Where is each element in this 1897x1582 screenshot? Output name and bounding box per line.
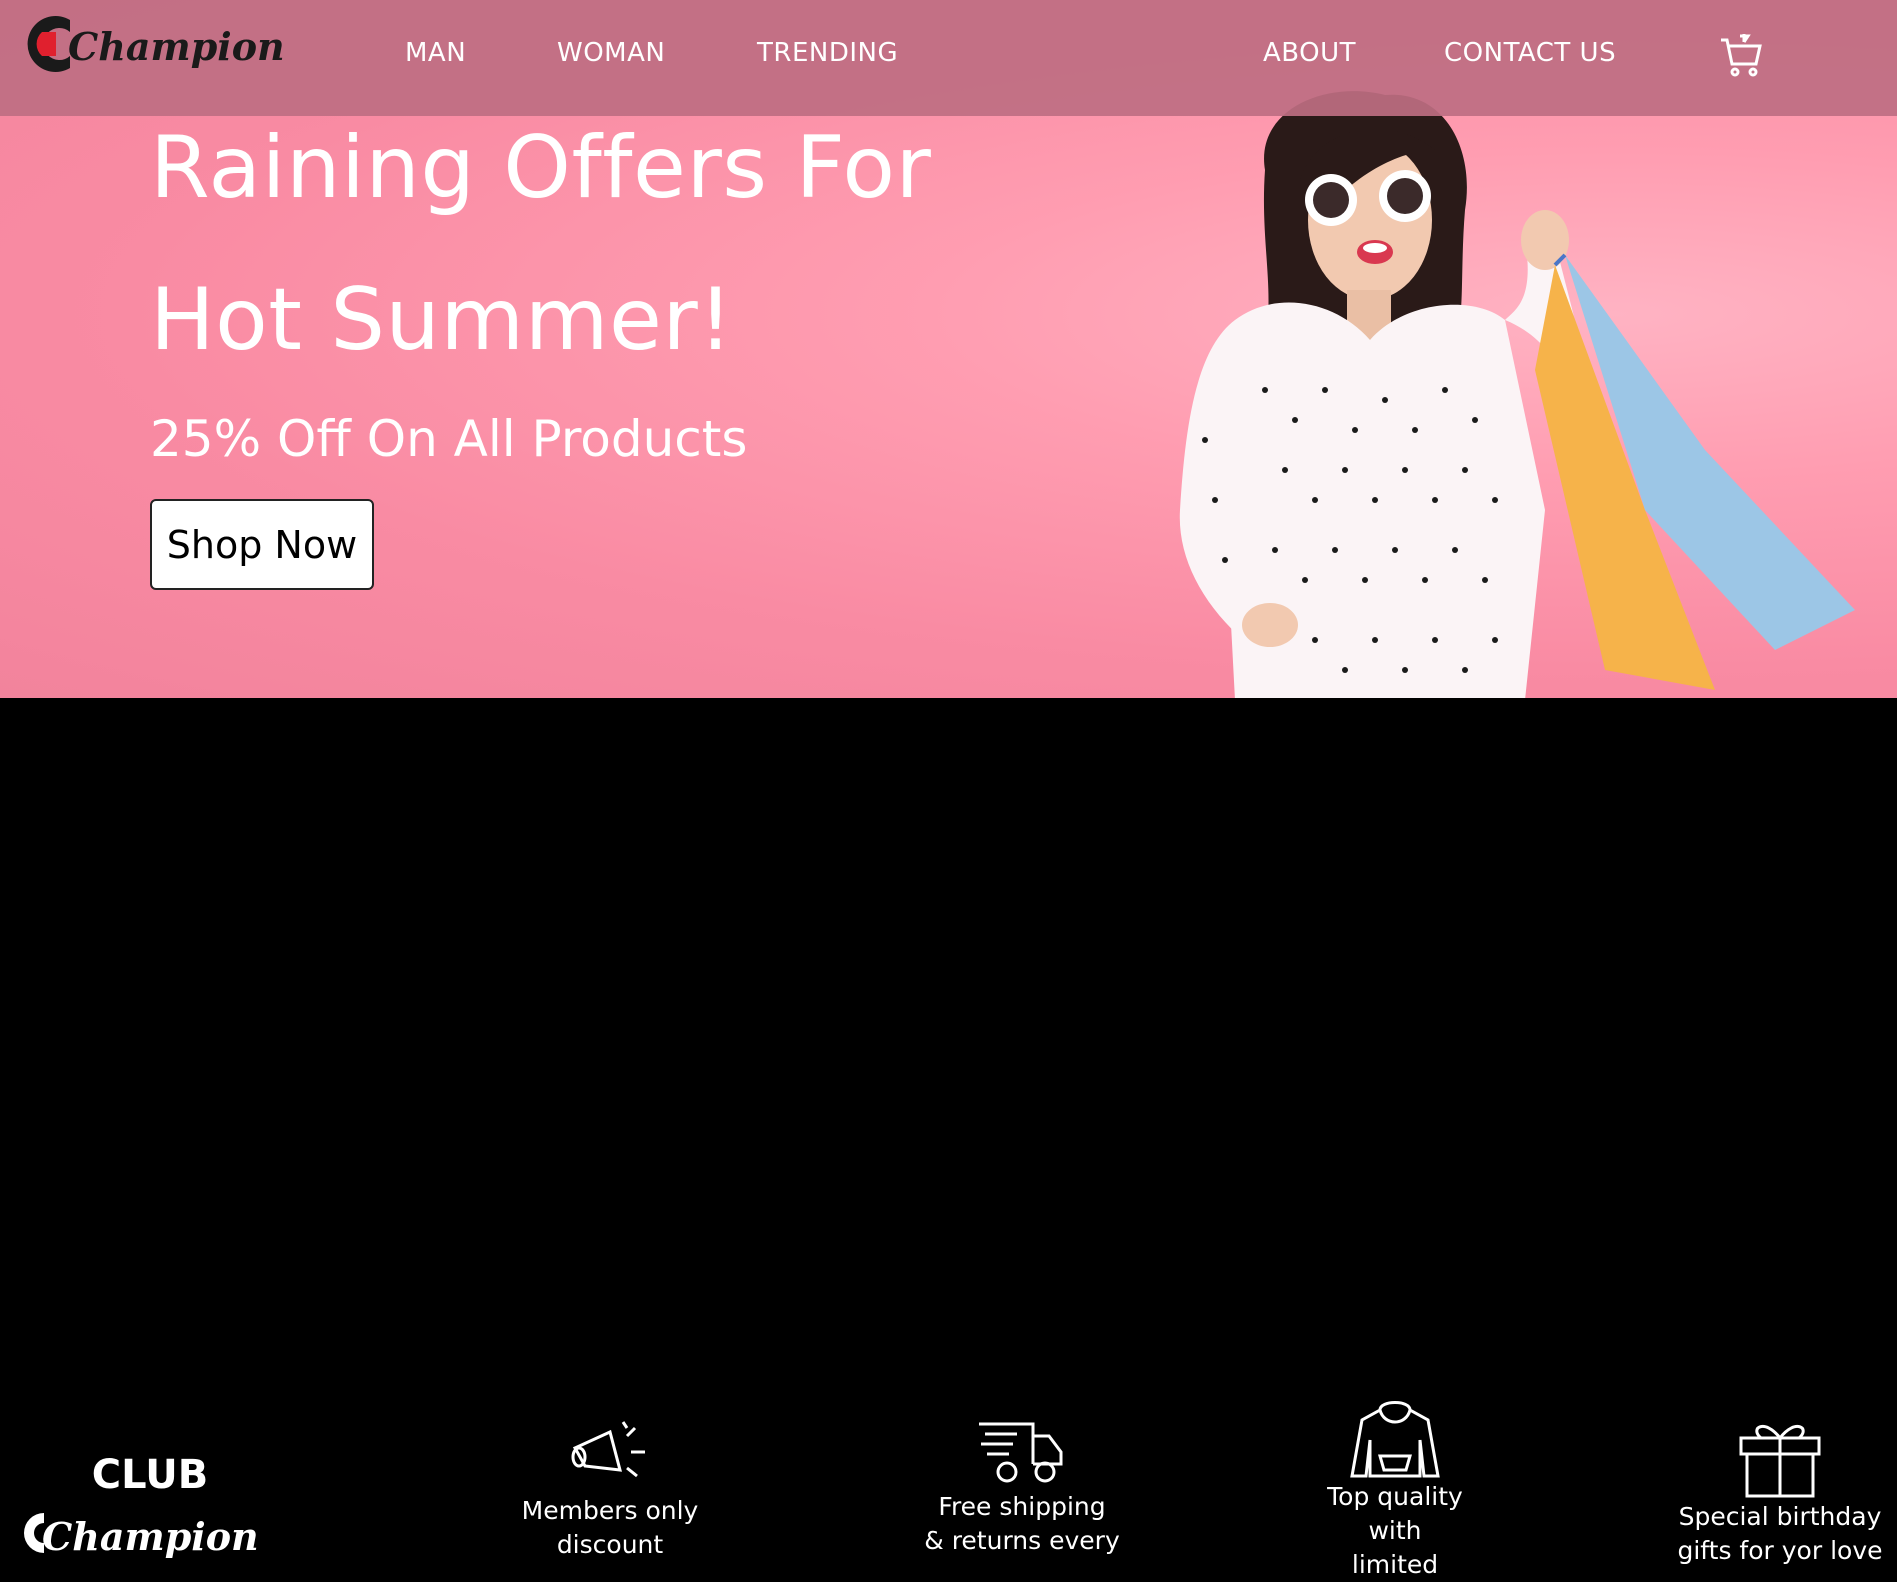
club-champion-logo: CLUB Champion bbox=[24, 1452, 259, 1559]
nav-contact-us[interactable]: CONTACT US bbox=[1444, 38, 1616, 68]
hero-subheadline: 25% Off On All Products bbox=[150, 410, 748, 468]
feature-label-line1: Members only bbox=[521, 1496, 699, 1525]
top-navbar: Champion MAN WOMAN TRENDING ABOUT CONTAC… bbox=[0, 0, 1897, 116]
feature-label-line2: gifts for yor love bbox=[1677, 1536, 1883, 1565]
megaphone-icon bbox=[571, 1421, 645, 1478]
feature-label-line1: Special birthday bbox=[1678, 1502, 1882, 1531]
hero-headline-line2: Hot Summer! bbox=[150, 270, 734, 370]
feature-birthday-gifts: Special birthday gifts for yor love bbox=[1665, 1414, 1895, 1568]
shop-now-button[interactable]: Shop Now bbox=[150, 499, 374, 590]
feature-label-line2: discount bbox=[556, 1530, 664, 1559]
club-label: CLUB bbox=[92, 1452, 208, 1498]
feature-label-line1: Top quality bbox=[1327, 1482, 1463, 1511]
nav-trending[interactable]: TRENDING bbox=[757, 38, 898, 68]
features-bar: CLUB Champion Members only discount Free… bbox=[0, 698, 1897, 1579]
truck-icon bbox=[979, 1422, 1063, 1483]
club-wordmark: Champion bbox=[42, 1514, 259, 1559]
feature-top-quality: Top quality with limited bbox=[1300, 1400, 1490, 1582]
feature-free-shipping: Free shipping & returns every bbox=[912, 1418, 1132, 1558]
hoodie-icon bbox=[1350, 1401, 1440, 1478]
logo-wordmark: Champion bbox=[68, 24, 285, 69]
model-image bbox=[1179, 91, 1855, 698]
nav-man[interactable]: MAN bbox=[405, 38, 466, 68]
nav-about[interactable]: ABOUT bbox=[1263, 38, 1356, 68]
hero-headline-line1: Raining Offers For bbox=[150, 118, 932, 218]
feature-label-line2: with bbox=[1368, 1516, 1422, 1545]
nav-woman[interactable]: WOMAN bbox=[557, 38, 665, 68]
champion-logo[interactable]: Champion bbox=[22, 12, 322, 82]
feature-members-discount: Members only discount bbox=[500, 1418, 720, 1562]
feature-label-line3: limited bbox=[1351, 1550, 1439, 1579]
feature-label-line2: & returns every bbox=[924, 1526, 1120, 1555]
gift-icon bbox=[1739, 1425, 1821, 1498]
cart-icon[interactable] bbox=[1718, 32, 1764, 78]
feature-label-line1: Free shipping bbox=[938, 1492, 1106, 1521]
